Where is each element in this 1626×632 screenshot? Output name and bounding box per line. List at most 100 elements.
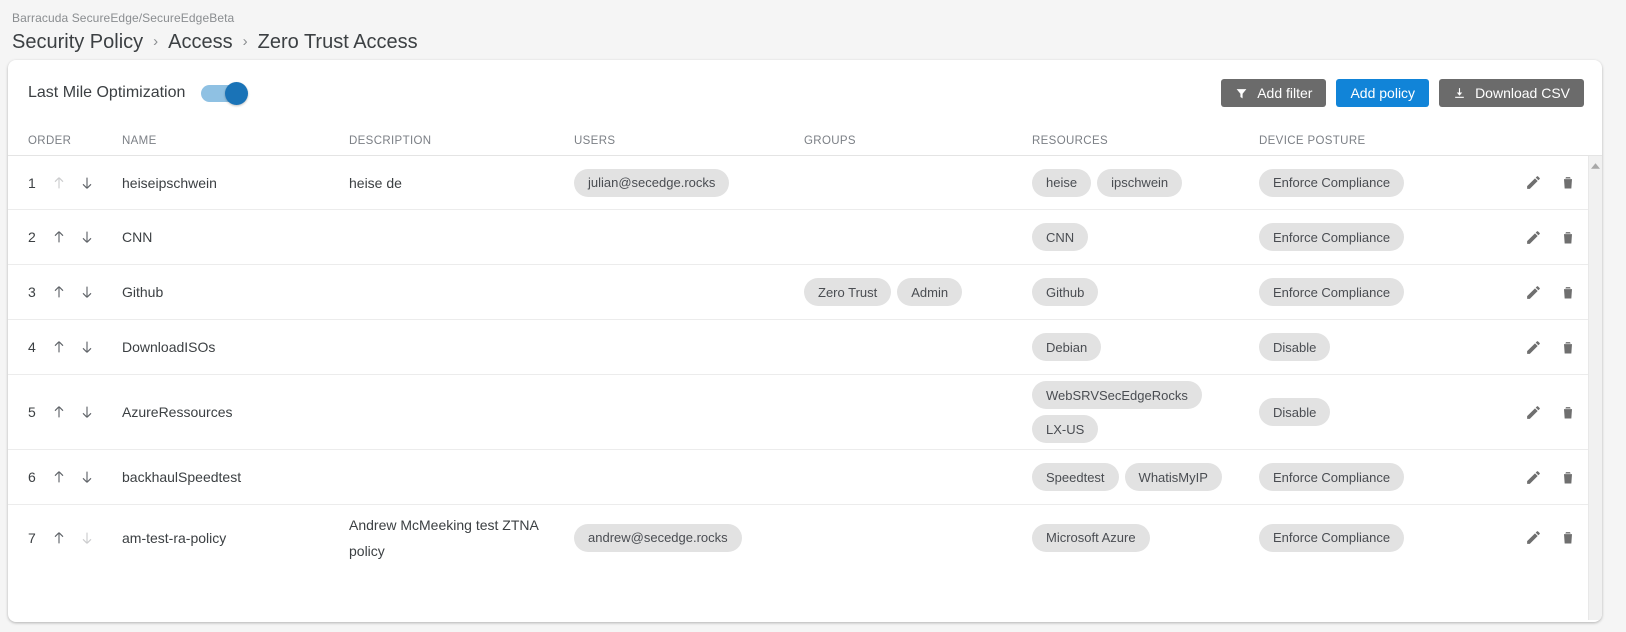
order-cell: 4: [28, 336, 122, 358]
edit-icon[interactable]: [1525, 529, 1542, 546]
scroll-up-arrow-icon[interactable]: [1589, 160, 1602, 172]
order-cell: 3: [28, 281, 122, 303]
zero-trust-access-page: Barracuda SecureEdge/SecureEdgeBeta Secu…: [0, 0, 1626, 632]
edit-icon[interactable]: [1525, 469, 1542, 486]
move-down-icon[interactable]: [76, 172, 98, 194]
move-down-icon[interactable]: [76, 226, 98, 248]
table-row[interactable]: 7 am-test-ra-policy Andrew McMeeking test …: [8, 505, 1588, 570]
table-row[interactable]: 6 backhaulSpeedtest Speedtest WhatisMyIP Enf…: [8, 450, 1588, 505]
move-up-icon[interactable]: [48, 226, 70, 248]
device-posture-chip: Disable: [1259, 333, 1331, 361]
user-chip: andrew@secedge.rocks: [574, 523, 742, 552]
move-down-icon[interactable]: [76, 336, 98, 358]
table-row[interactable]: 3 Github Zero Trust Admin Github Enforce Comp…: [8, 265, 1588, 320]
edit-icon[interactable]: [1525, 339, 1542, 356]
device-posture-chip: Enforce Compliance: [1259, 523, 1405, 552]
device-posture-chip: Enforce Compliance: [1259, 223, 1405, 251]
filter-icon: [1235, 87, 1248, 100]
device-posture-chip: Enforce Compliance: [1259, 463, 1405, 491]
add-filter-button[interactable]: Add filter: [1221, 79, 1327, 107]
add-filter-label: Add filter: [1257, 85, 1313, 101]
move-down-icon[interactable]: [76, 281, 98, 303]
move-up-icon[interactable]: [48, 527, 70, 549]
policy-name: heiseipschwein: [122, 174, 217, 191]
resource-chip: Speedtest: [1032, 463, 1119, 491]
card-toolbar: Last Mile Optimization Add filter Add po…: [8, 60, 1602, 126]
delete-icon[interactable]: [1560, 469, 1576, 486]
move-up-icon[interactable]: [48, 401, 70, 423]
order-cell: 2: [28, 226, 122, 248]
add-policy-button[interactable]: Add policy: [1336, 79, 1430, 107]
resources-cell: CNN: [1032, 223, 1259, 251]
move-down-icon[interactable]: [76, 401, 98, 423]
resource-chip: CNN: [1032, 223, 1089, 251]
device-posture-cell: Enforce Compliance: [1259, 463, 1486, 491]
column-header-description: DESCRIPTION: [349, 134, 432, 147]
download-icon: [1453, 86, 1466, 100]
device-posture-cell: Disable: [1259, 333, 1486, 361]
table-row[interactable]: 4 DownloadISOs Debian Disable: [8, 320, 1588, 375]
column-header-device-posture: DEVICE POSTURE: [1259, 134, 1366, 147]
vertical-scrollbar[interactable]: [1588, 156, 1602, 620]
row-actions: [1486, 529, 1586, 546]
delete-icon[interactable]: [1560, 339, 1576, 356]
table-row[interactable]: 5 AzureRessources WebSRVSecEdgeRocks LX-US D…: [8, 375, 1588, 450]
resource-chip: Github: [1032, 278, 1099, 306]
breadcrumb-item-security-policy[interactable]: Security Policy: [12, 29, 143, 55]
order-number: 7: [28, 529, 36, 546]
table-row[interactable]: 2 CNN CNN Enforce Compliance: [8, 210, 1588, 265]
users-cell: julian@secedge.rocks: [574, 168, 804, 197]
row-actions: [1486, 174, 1586, 191]
edit-icon[interactable]: [1525, 229, 1542, 246]
last-mile-optimization-toggle[interactable]: [201, 81, 249, 105]
move-up-icon[interactable]: [48, 336, 70, 358]
order-cell: 5: [28, 401, 122, 423]
order-number: 3: [28, 284, 36, 300]
device-posture-chip: Enforce Compliance: [1259, 278, 1405, 306]
order-cell: 7: [28, 527, 122, 549]
delete-icon[interactable]: [1560, 229, 1576, 246]
column-header-resources: RESOURCES: [1032, 134, 1108, 147]
table-row[interactable]: 1 heiseipschwein heise de julian@secedge.ro…: [8, 156, 1588, 210]
toggle-knob: [225, 81, 249, 105]
column-header-order: ORDER: [28, 134, 72, 147]
device-posture-chip: Disable: [1259, 398, 1331, 426]
groups-cell: Zero Trust Admin: [804, 278, 1032, 306]
column-header-users: USERS: [574, 134, 616, 147]
move-down-icon[interactable]: [76, 466, 98, 488]
edit-icon[interactable]: [1525, 174, 1542, 191]
delete-icon[interactable]: [1560, 174, 1576, 191]
download-csv-button[interactable]: Download CSV: [1439, 79, 1584, 107]
move-up-icon[interactable]: [48, 281, 70, 303]
device-posture-cell: Disable: [1259, 398, 1486, 426]
delete-icon[interactable]: [1560, 529, 1576, 546]
resources-cell: Speedtest WhatisMyIP: [1032, 463, 1259, 491]
resource-chip: LX-US: [1032, 415, 1099, 443]
breadcrumb-item-access[interactable]: Access: [168, 29, 232, 55]
row-actions: [1486, 469, 1586, 486]
chevron-right-icon: ›: [153, 33, 159, 50]
toolbar-actions: Add filter Add policy Download CSV: [1221, 79, 1584, 107]
table-header: ORDER NAME DESCRIPTION USERS GROUPS RESO…: [8, 126, 1602, 156]
delete-icon[interactable]: [1560, 404, 1576, 421]
order-number: 5: [28, 404, 36, 420]
table-body: 1 heiseipschwein heise de julian@secedge.ro…: [8, 156, 1602, 620]
users-cell: andrew@secedge.rocks: [574, 523, 804, 552]
move-up-icon[interactable]: [48, 466, 70, 488]
policy-description: heise de: [349, 174, 402, 191]
delete-icon[interactable]: [1560, 284, 1576, 301]
move-down-icon: [76, 527, 98, 549]
device-posture-chip: Enforce Compliance: [1259, 168, 1405, 197]
download-csv-label: Download CSV: [1475, 85, 1570, 101]
device-posture-cell: Enforce Compliance: [1259, 168, 1486, 197]
breadcrumb: Security Policy › Access › Zero Trust Ac…: [12, 29, 1626, 55]
edit-icon[interactable]: [1525, 284, 1542, 301]
edit-icon[interactable]: [1525, 404, 1542, 421]
resources-cell: Debian: [1032, 333, 1259, 361]
chevron-right-icon: ›: [242, 33, 248, 50]
policy-description: Andrew McMeeking test ZTNA policy: [349, 516, 539, 559]
resource-chip: Microsoft Azure: [1032, 523, 1150, 552]
policy-name: backhaulSpeedtest: [122, 469, 242, 485]
order-cell: 6: [28, 466, 122, 488]
group-chip: Zero Trust: [804, 278, 892, 306]
